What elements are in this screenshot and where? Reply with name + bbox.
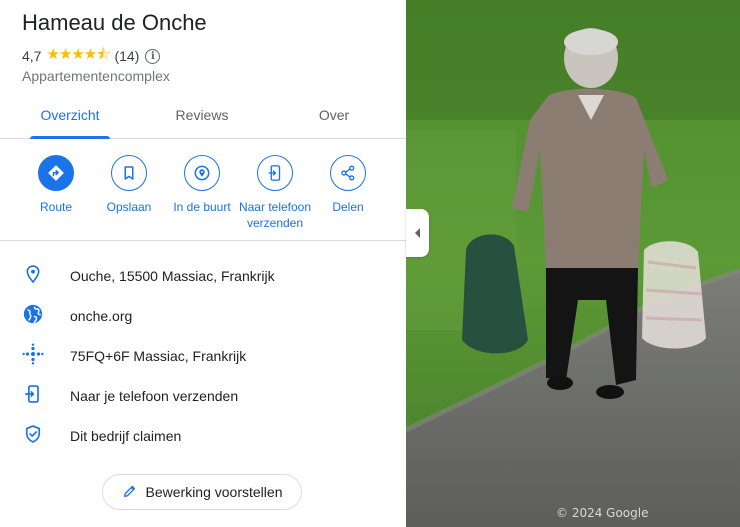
- street-scene-image: [406, 0, 740, 527]
- place-category[interactable]: Appartementencomplex: [22, 68, 170, 84]
- rating-stars-icon: ★★★★⯪: [46, 45, 110, 63]
- location-pin-icon: [25, 264, 43, 289]
- street-view-photo[interactable]: © 2024 Google: [406, 0, 740, 527]
- nearby-button[interactable]: In de buurt: [160, 155, 244, 215]
- website-row[interactable]: onche.org: [0, 296, 406, 336]
- save-label: Opslaan: [106, 200, 152, 214]
- plus-code-icon: [21, 342, 44, 370]
- action-bar: Route Opslaan In de buurt Naar telefoon …: [0, 139, 406, 241]
- send-to-phone-button[interactable]: Naar telefoon verzenden: [233, 155, 317, 231]
- place-panel: Hameau de Onche 4,7 ★★★★⯪ (14) i Apparte…: [0, 0, 406, 527]
- chevron-left-icon: [415, 228, 420, 238]
- directions-icon: [38, 155, 74, 191]
- send-phone-text: Naar je telefoon verzenden: [70, 388, 239, 404]
- tab-overview[interactable]: Overzicht: [30, 95, 110, 139]
- route-label: Route: [39, 200, 73, 214]
- photo-watermark: © 2024 Google: [556, 506, 649, 520]
- address-text: Ouche, 15500 Massiac, Frankrijk: [70, 268, 275, 284]
- send-phone-row[interactable]: Naar je telefoon verzenden: [0, 376, 406, 416]
- rating-value: 4,7: [22, 48, 42, 64]
- globe-icon: [23, 303, 44, 330]
- collapse-panel-button[interactable]: [406, 209, 429, 257]
- tab-bar: Overzicht Reviews Over: [0, 95, 406, 139]
- tab-about[interactable]: Over: [304, 95, 364, 139]
- claim-text: Dit bedrijf claimen: [70, 428, 182, 444]
- send-to-phone-label: Naar telefoon verzenden: [238, 200, 312, 230]
- info-icon[interactable]: i: [145, 48, 161, 64]
- pencil-icon: [122, 483, 146, 502]
- suggest-edit-label: Bewerking voorstellen: [145, 484, 283, 500]
- suggest-edit-button[interactable]: Bewerking voorstellen: [102, 474, 302, 510]
- info-list: Ouche, 15500 Massiac, Frankrijk onche.or…: [0, 256, 406, 456]
- website-link[interactable]: onche.org: [70, 308, 132, 324]
- plus-code-row[interactable]: 75FQ+6F Massiac, Frankrijk: [0, 336, 406, 376]
- send-to-phone-icon: [257, 155, 293, 191]
- place-title: Hameau de Onche: [22, 10, 207, 35]
- review-count[interactable]: (14): [114, 48, 139, 64]
- share-button[interactable]: Delen: [306, 155, 390, 215]
- plus-code-text: 75FQ+6F Massiac, Frankrijk: [70, 348, 247, 364]
- nearby-icon: [184, 155, 220, 191]
- nearby-label: In de buurt: [173, 200, 231, 214]
- claim-row[interactable]: Dit bedrijf claimen: [0, 416, 406, 456]
- shield-check-icon: [25, 424, 43, 449]
- share-icon: [330, 155, 366, 191]
- rating-row: 4,7 ★★★★⯪ (14) i: [22, 45, 161, 66]
- share-label: Delen: [332, 200, 364, 214]
- bookmark-icon: [111, 155, 147, 191]
- tab-reviews[interactable]: Reviews: [164, 95, 240, 139]
- send-to-phone-icon: [24, 384, 43, 409]
- address-row[interactable]: Ouche, 15500 Massiac, Frankrijk: [0, 256, 406, 296]
- save-button[interactable]: Opslaan: [87, 155, 171, 215]
- route-button[interactable]: Route: [14, 155, 98, 215]
